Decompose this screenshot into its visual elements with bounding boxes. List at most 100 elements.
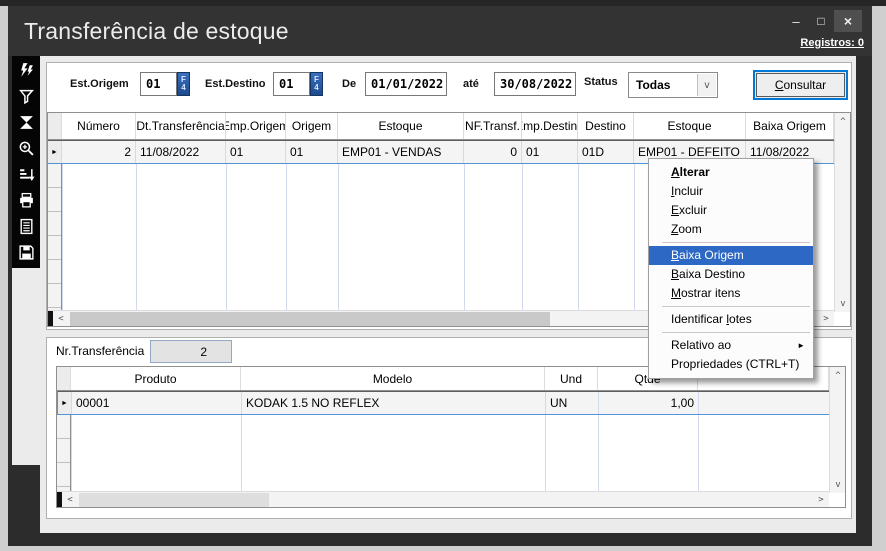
context-menu: Alterar Incluir Excluir Zoom Baixa Orige…	[648, 158, 814, 379]
row-marker-column	[48, 164, 62, 312]
cell-emp-origem: 01	[226, 141, 286, 163]
menu-separator	[662, 332, 810, 333]
column-header[interactable]: Número	[62, 113, 136, 139]
side-toolbar	[12, 56, 40, 268]
close-button[interactable]: ×	[834, 10, 862, 32]
report-icon[interactable]	[18, 218, 35, 235]
menu-item-propriedades[interactable]: Propriedades (CTRL+T)	[649, 355, 813, 374]
column-header[interactable]: Und	[545, 367, 598, 390]
transfers-grid-header: Número Dt.Transferência Emp.Origem Orige…	[48, 113, 850, 140]
est-origem-lookup-button[interactable]: F4	[177, 72, 190, 96]
titlebar: Transferência de estoque	[8, 6, 872, 56]
est-destino-label: Est.Destino	[205, 78, 266, 90]
f4-lookup-icon: F4	[313, 76, 321, 92]
window-title: Transferência de estoque	[24, 18, 289, 45]
window-frame-bottom	[8, 533, 872, 546]
column-header[interactable]: NF.Transf.	[464, 113, 522, 139]
zoom-icon[interactable]	[18, 140, 35, 157]
column-header[interactable]: Origem	[286, 113, 338, 139]
row-marker-column	[57, 415, 71, 493]
menu-item-incluir[interactable]: Incluir	[649, 182, 813, 201]
scrollbar-thumb[interactable]	[70, 312, 550, 326]
cell-destino: 01D	[578, 141, 634, 163]
items-horizontal-scrollbar[interactable]: < >	[57, 491, 829, 507]
refresh-icon[interactable]	[18, 62, 35, 79]
scroll-down-icon[interactable]: v	[830, 477, 846, 493]
menu-item-identificar-lotes[interactable]: Identificar lotes	[649, 310, 813, 329]
chevron-down-icon[interactable]: v	[697, 74, 716, 96]
registros-link[interactable]: Registros: 0	[800, 37, 864, 49]
est-origem-input[interactable]: 01	[140, 72, 177, 96]
cell-produto: 00001	[72, 392, 242, 414]
nr-transferencia-label: Nr.Transferência	[56, 344, 144, 358]
date-to-input[interactable]: 30/08/2022	[494, 72, 576, 96]
cell-nf-transf: 0	[464, 141, 522, 163]
status-selected-value: Todas	[636, 78, 670, 92]
filter-icon[interactable]	[18, 88, 35, 105]
cell-numero: 2	[62, 141, 136, 163]
date-to-label: até	[463, 78, 479, 90]
cell-estoque-origem: EMP01 - VENDAS	[338, 141, 464, 163]
date-from-label: De	[342, 78, 356, 90]
column-header[interactable]: Destino	[578, 113, 634, 139]
est-origem-label: Est.Origem	[70, 78, 129, 90]
menu-item-mostrar-itens[interactable]: Mostrar itens	[649, 284, 813, 303]
column-header[interactable]: Produto	[71, 367, 241, 390]
menu-item-zoom[interactable]: Zoom	[649, 220, 813, 239]
consultar-button[interactable]: Consultar	[753, 70, 848, 100]
transfers-vertical-scrollbar[interactable]: ^ v	[834, 113, 850, 312]
submenu-arrow-icon: ►	[797, 336, 805, 355]
scrollbar-thumb[interactable]	[79, 493, 269, 507]
sort-icon[interactable]	[18, 166, 35, 183]
menu-separator	[662, 242, 810, 243]
column-header[interactable]: Baixa Origem	[746, 113, 834, 139]
status-dropdown[interactable]: Todas v	[628, 72, 718, 98]
est-destino-lookup-button[interactable]: F4	[310, 72, 323, 96]
scroll-up-icon[interactable]: ^	[835, 114, 851, 130]
cell-qtde: 1,00	[599, 392, 699, 414]
cell-emp-destino: 01	[522, 141, 578, 163]
scroll-right-icon[interactable]: >	[813, 492, 829, 508]
items-vertical-scrollbar[interactable]: ^ v	[829, 367, 845, 493]
date-from-input[interactable]: 01/01/2022	[365, 72, 447, 96]
window-frame-right	[856, 56, 872, 546]
minimize-button[interactable]: –	[784, 10, 808, 32]
cell-modelo: KODAK 1.5 NO REFLEX	[242, 392, 546, 414]
save-icon[interactable]	[18, 244, 35, 261]
menu-item-baixa-origem[interactable]: Baixa Origem	[649, 246, 813, 265]
scroll-left-icon[interactable]: <	[62, 492, 78, 508]
row-marker-icon: ►	[58, 392, 72, 414]
f4-lookup-icon: F4	[180, 76, 188, 92]
header-marker-cell	[57, 367, 71, 390]
column-header[interactable]: Emp.Destino	[522, 113, 578, 139]
menu-item-baixa-destino[interactable]: Baixa Destino	[649, 265, 813, 284]
items-grid-empty-rows	[57, 415, 845, 493]
column-header[interactable]: Modelo	[241, 367, 545, 390]
maximize-button[interactable]: □	[809, 10, 833, 32]
menu-item-relativo-ao[interactable]: Relativo ao►	[649, 336, 813, 355]
cell-origem: 01	[286, 141, 338, 163]
scroll-up-icon[interactable]: ^	[830, 368, 846, 384]
status-label: Status	[584, 76, 618, 88]
column-header[interactable]: Estoque	[338, 113, 464, 139]
column-header[interactable]: Dt.Transferência	[136, 113, 226, 139]
scroll-left-icon[interactable]: <	[53, 311, 69, 327]
window-frame-corner	[8, 465, 40, 546]
column-header[interactable]: Estoque	[634, 113, 746, 139]
clear-filter-icon[interactable]	[18, 114, 35, 131]
print-icon[interactable]	[18, 192, 35, 209]
items-grid: Produto Modelo Und Qtde ► 00001 KODAK 1.…	[56, 366, 846, 508]
row-marker-icon: ►	[48, 141, 62, 163]
scroll-right-icon[interactable]: >	[818, 311, 834, 327]
menu-item-excluir[interactable]: Excluir	[649, 201, 813, 220]
column-header[interactable]: Emp.Origem	[226, 113, 286, 139]
est-destino-input[interactable]: 01	[273, 72, 310, 96]
scroll-down-icon[interactable]: v	[835, 296, 851, 312]
menu-item-alterar[interactable]: Alterar	[649, 163, 813, 182]
cell-und: UN	[546, 392, 599, 414]
header-marker-cell	[48, 113, 62, 139]
cell-filler	[699, 392, 830, 414]
cell-dt-transferencia: 11/08/2022	[136, 141, 226, 163]
table-row[interactable]: ► 00001 KODAK 1.5 NO REFLEX UN 1,00	[57, 391, 845, 415]
nr-transferencia-field: 2	[150, 340, 232, 363]
